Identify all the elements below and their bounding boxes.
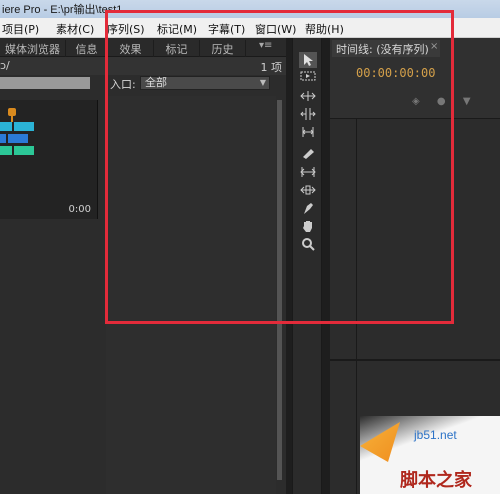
highlight-box <box>105 10 454 324</box>
tab-media-browser[interactable]: 媒体浏览器 <box>0 40 66 57</box>
watermark-name: 脚本之家 <box>400 470 472 491</box>
tab-info[interactable]: 信息 <box>66 40 108 57</box>
sequence-icon <box>0 108 34 155</box>
set-marker-icon[interactable]: ▼ <box>463 96 471 107</box>
watermark-site: jb51.net <box>414 428 457 442</box>
menu-item-project[interactable]: 项目(P) <box>2 21 39 37</box>
clip-duration: 0:00 <box>68 204 91 215</box>
search-input[interactable] <box>0 77 90 89</box>
menu-item-clip[interactable]: 素材(C) <box>56 21 94 37</box>
project-name: ɔ/ <box>0 59 10 72</box>
clip-thumbnail[interactable]: 0:00 <box>0 100 98 219</box>
